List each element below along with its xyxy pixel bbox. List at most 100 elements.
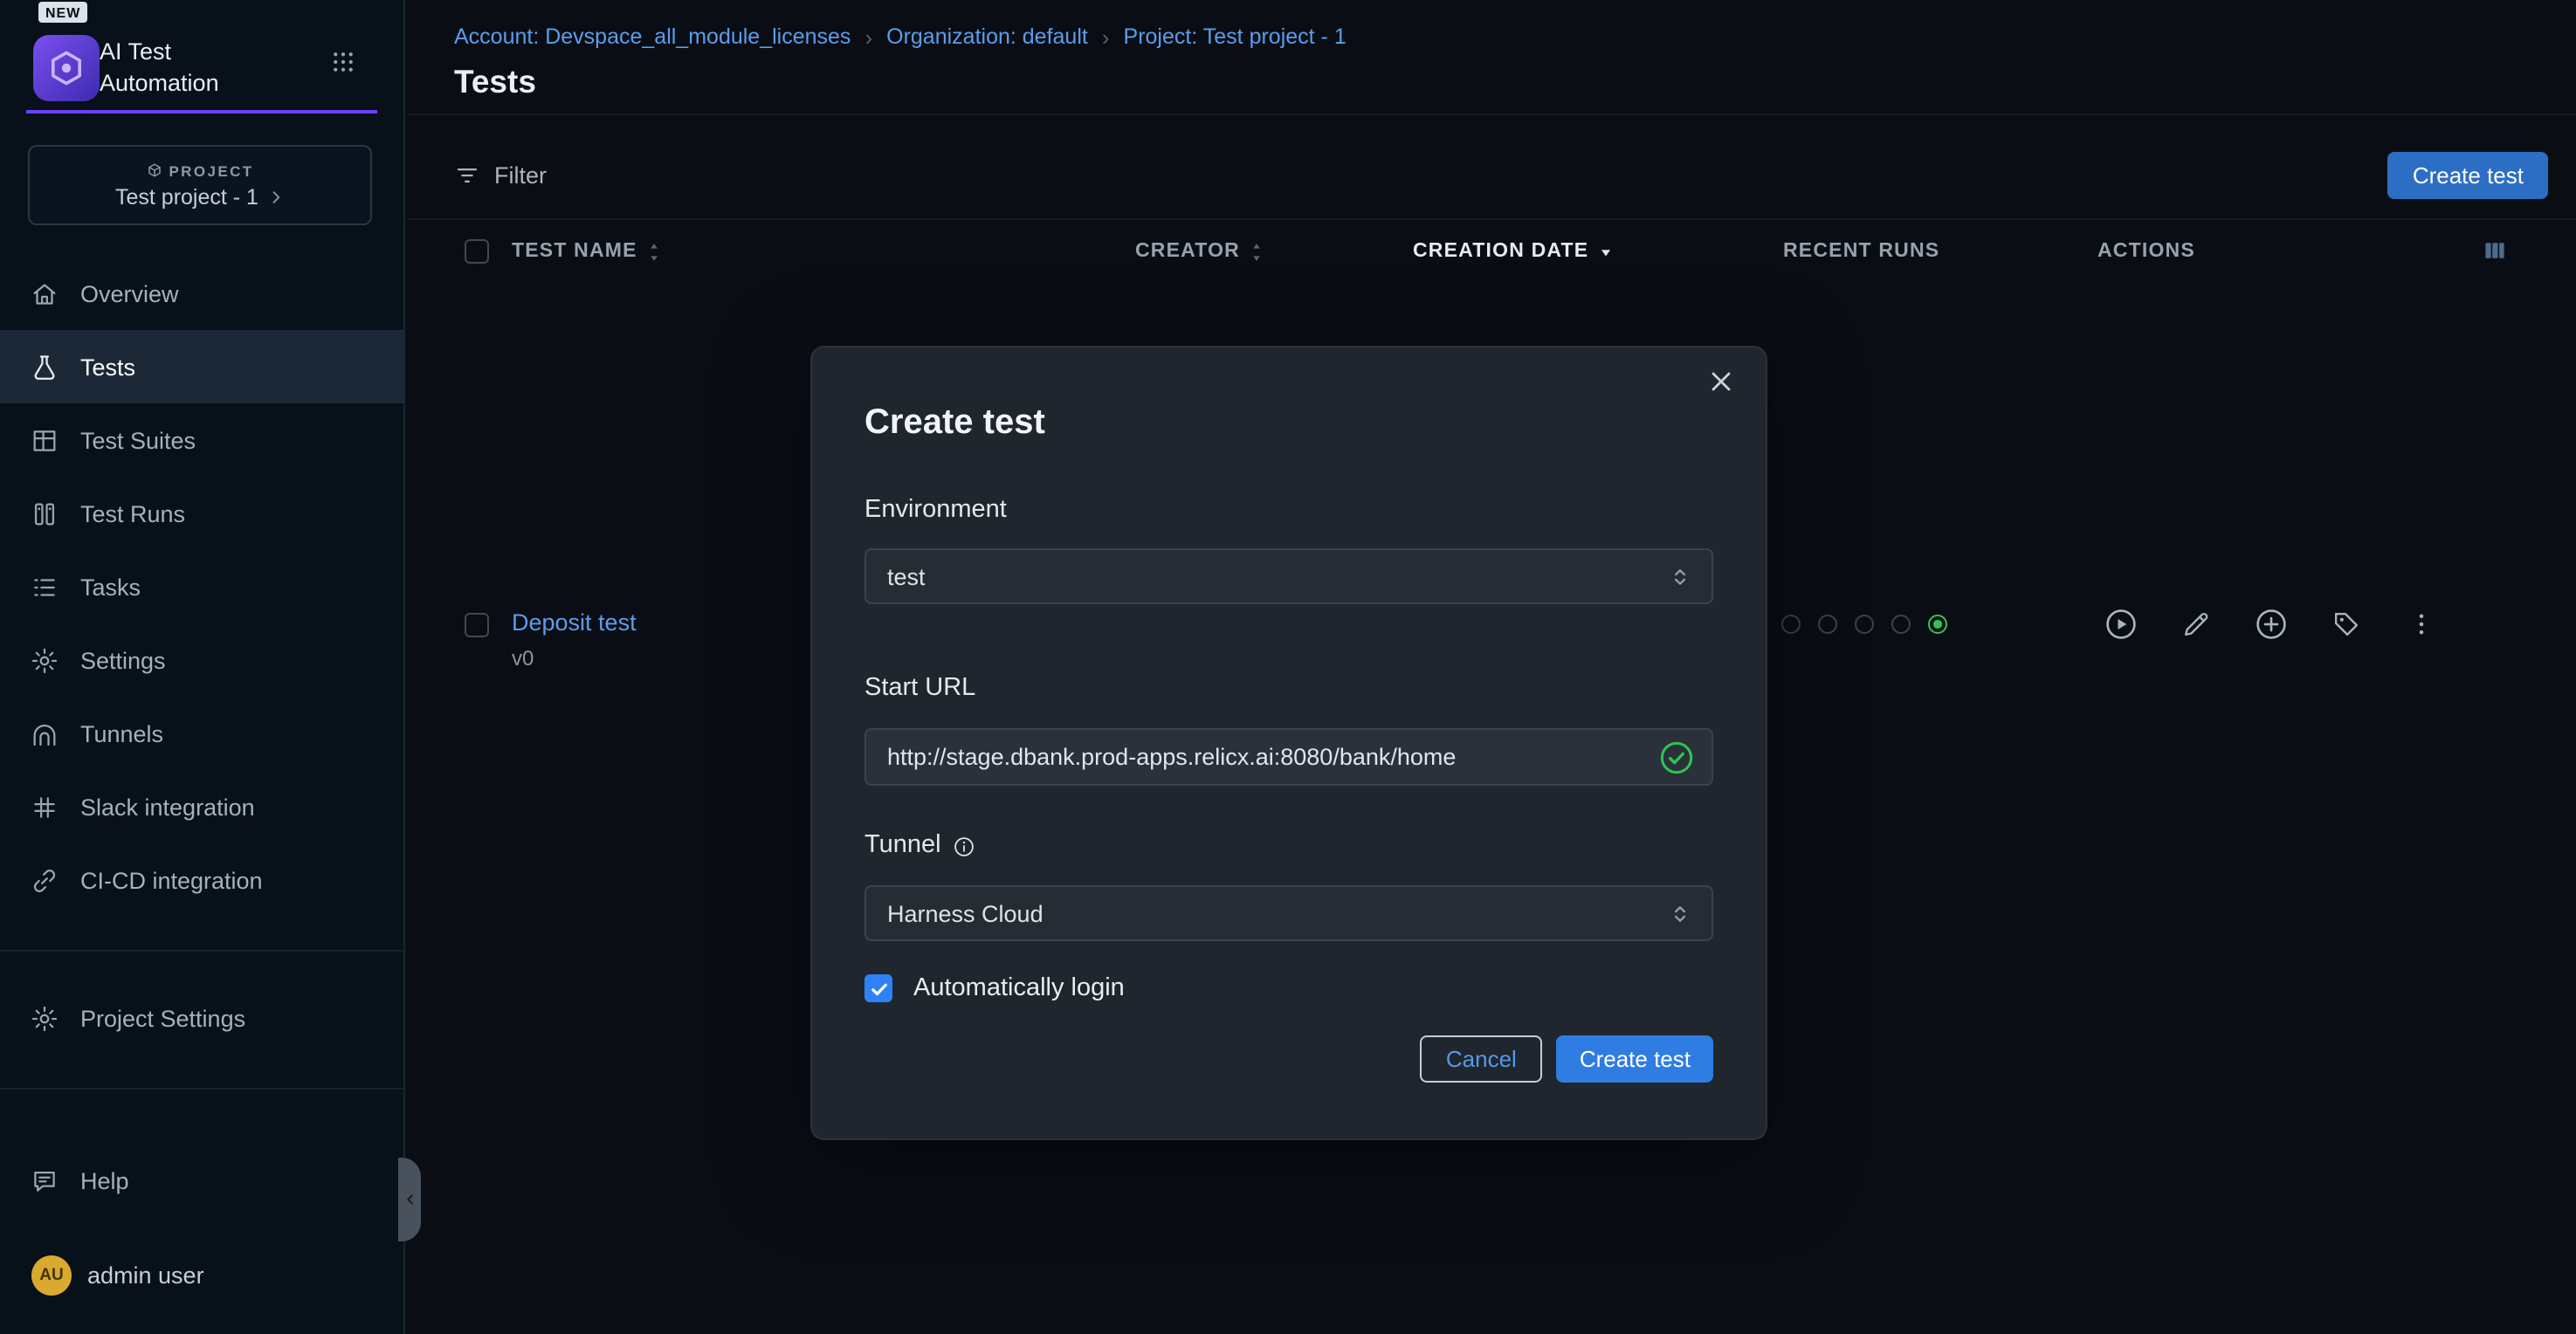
sidebar-item-test-runs[interactable]: Test Runs <box>0 477 405 550</box>
select-chevrons-icon <box>1670 902 1691 925</box>
environment-select[interactable]: test <box>864 548 1713 604</box>
grid-icon <box>30 425 59 455</box>
test-name-link[interactable]: Deposit test <box>512 609 637 636</box>
home-icon <box>30 278 59 308</box>
cancel-button[interactable]: Cancel <box>1420 1035 1543 1083</box>
chevron-left-icon <box>403 1189 417 1210</box>
flask-icon <box>30 352 59 382</box>
header-creation-date[interactable]: CREATION DATE <box>1413 220 1613 283</box>
close-icon[interactable] <box>1701 361 1741 402</box>
checkbox-checked-icon <box>864 974 892 1002</box>
tag-icon[interactable] <box>2328 606 2365 643</box>
app-title: AI Test Automation <box>100 37 219 100</box>
recent-runs <box>1781 615 1947 634</box>
test-version: v0 <box>512 646 637 670</box>
breadcrumb-project-link[interactable]: Project: Test project - 1 <box>1124 24 1347 49</box>
column-settings-icon[interactable] <box>2482 237 2508 264</box>
sidebar-item-slack-integration[interactable]: Slack integration <box>0 770 405 843</box>
breadcrumb-account-link[interactable]: Account: Devspace_all_module_licenses <box>454 24 851 49</box>
start-url-input[interactable] <box>887 744 1645 770</box>
modal-title: Create test <box>864 347 1713 445</box>
test-name-cell: Deposit test v0 <box>512 608 637 670</box>
new-badge: NEW <box>38 2 87 23</box>
modal-create-test-button[interactable]: Create test <box>1557 1035 1713 1083</box>
sidebar-divider <box>0 1088 405 1090</box>
run-status-dot <box>1818 615 1837 634</box>
edit-icon[interactable] <box>2178 606 2214 643</box>
page-header: Account: Devspace_all_module_licenses › … <box>407 0 2576 115</box>
row-actions <box>2103 606 2440 643</box>
sort-icon <box>646 240 662 263</box>
sidebar-item-overview[interactable]: Overview <box>0 257 405 330</box>
environment-label: Environment <box>864 494 1713 527</box>
breadcrumb: Account: Devspace_all_module_licenses › … <box>454 24 1347 49</box>
sort-desc-icon <box>1597 244 1613 259</box>
sidebar-collapse-handle[interactable] <box>398 1158 421 1241</box>
app-root: NEW AI Test Automation <box>0 0 2576 1334</box>
more-menu-icon[interactable] <box>2403 606 2440 643</box>
header-recent-runs: RECENT RUNS <box>1783 220 1939 283</box>
app-logo-icon <box>33 35 100 101</box>
table-header: TEST NAME CREATOR CREATION DATE RECENT R… <box>407 220 2576 283</box>
sidebar: NEW AI Test Automation <box>0 0 405 1334</box>
accent-divider <box>26 110 377 113</box>
sidebar-item-settings[interactable]: Settings <box>0 623 405 697</box>
start-url-label: Start URL <box>864 672 1713 705</box>
select-chevrons-icon <box>1670 565 1691 588</box>
modal-actions: Cancel Create test <box>864 1035 1713 1083</box>
project-name: Test project - 1 <box>115 184 285 209</box>
tunnel-select[interactable]: Harness Cloud <box>864 885 1713 941</box>
sidebar-item-tunnels[interactable]: Tunnels <box>0 697 405 770</box>
user-menu[interactable]: AU admin user <box>31 1255 204 1296</box>
avatar: AU <box>31 1255 72 1296</box>
breadcrumb-separator: › <box>1102 25 1110 48</box>
tunnel-label: Tunnel <box>864 829 1713 863</box>
header-actions: ACTIONS <box>2097 220 2195 283</box>
tunnel-icon <box>30 719 59 748</box>
sidebar-item-tests[interactable]: Tests <box>0 330 405 403</box>
add-icon[interactable] <box>2253 606 2290 643</box>
filter-button[interactable]: Filter <box>454 162 547 189</box>
sidebar-item-project-settings[interactable]: Project Settings <box>0 981 405 1055</box>
breadcrumb-org-link[interactable]: Organization: default <box>886 24 1088 49</box>
sidebar-item-tasks[interactable]: Tasks <box>0 550 405 623</box>
header-test-name[interactable]: TEST NAME <box>512 220 662 283</box>
sort-icon <box>1249 240 1264 263</box>
valid-check-icon <box>1659 739 1694 774</box>
page-title: Tests <box>454 63 536 101</box>
project-selector[interactable]: PROJECT Test project - 1 <box>28 145 372 225</box>
run-status-dot <box>1928 615 1947 634</box>
chevron-right-icon <box>267 188 285 205</box>
link-icon <box>30 865 59 895</box>
sidebar-divider <box>0 950 405 952</box>
breadcrumb-separator: › <box>864 25 872 48</box>
run-status-dot <box>1855 615 1874 634</box>
gear-icon <box>30 1003 59 1033</box>
chat-icon <box>30 1166 59 1195</box>
project-label: PROJECT <box>146 162 253 179</box>
auto-login-checkbox[interactable]: Automatically login <box>864 974 1713 1002</box>
sidebar-nav: Overview Tests Test Suites Test Runs <box>0 257 405 917</box>
run-test-icon[interactable] <box>2103 606 2139 643</box>
header-creator[interactable]: CREATOR <box>1135 220 1264 283</box>
select-all-checkbox[interactable] <box>465 239 489 264</box>
gear-icon <box>30 645 59 675</box>
create-test-button[interactable]: Create test <box>2388 152 2548 199</box>
user-name: admin user <box>87 1262 204 1289</box>
row-checkbox[interactable] <box>465 613 489 637</box>
filter-icon <box>454 162 480 189</box>
run-status-dot <box>1781 615 1801 634</box>
run-status-dot <box>1891 615 1911 634</box>
sidebar-item-test-suites[interactable]: Test Suites <box>0 403 405 477</box>
create-test-modal: Create test Environment test Start URL T… <box>810 346 1767 1140</box>
start-url-field <box>864 728 1713 786</box>
grid-dots-icon[interactable] <box>330 49 356 75</box>
slack-icon <box>30 792 59 822</box>
toolbar: Filter Create test <box>407 115 2576 220</box>
cube-icon <box>146 162 162 178</box>
list-icon <box>30 572 59 602</box>
sidebar-item-cicd-integration[interactable]: CI-CD integration <box>0 843 405 917</box>
sidebar-item-help[interactable]: Help <box>0 1144 405 1217</box>
columns-icon <box>30 499 59 528</box>
info-icon[interactable] <box>952 834 976 858</box>
